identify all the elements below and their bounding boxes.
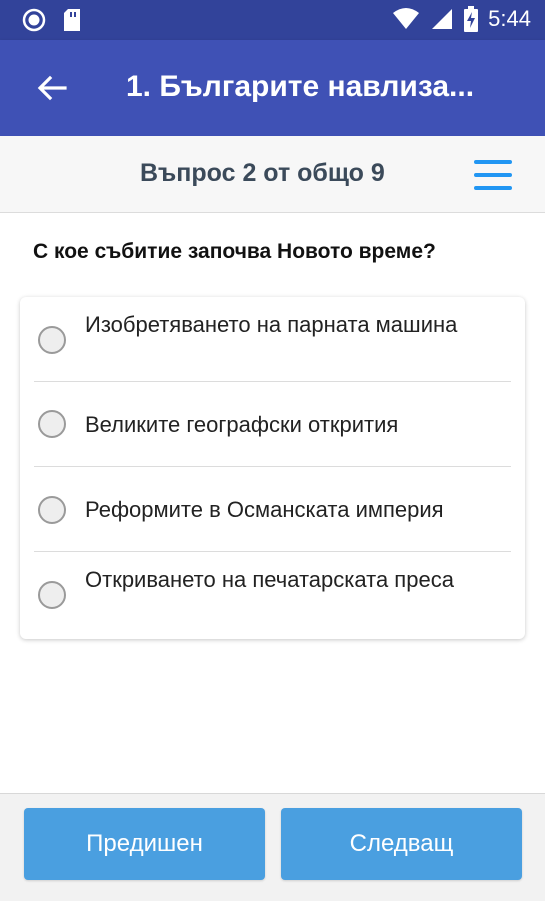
- answer-label: Великите географски открития: [85, 412, 399, 437]
- app-title: 1. Българите навлиза...: [126, 70, 475, 103]
- answer-label: Откриването на печатарската преса: [85, 567, 454, 592]
- status-right-icons: 5:44: [392, 6, 531, 32]
- record-icon: [22, 8, 46, 32]
- answer-option[interactable]: Откриването на печатарската преса: [34, 552, 511, 639]
- answer-label: Изобретяването на парната машина: [85, 312, 458, 337]
- hamburger-menu-icon[interactable]: [472, 158, 514, 192]
- back-button[interactable]: [30, 66, 74, 110]
- radio-button[interactable]: [38, 496, 66, 524]
- bottom-nav: Предишен Следващ: [0, 793, 545, 901]
- question-counter: Въпрос 2 от общо 9: [140, 159, 385, 187]
- question-header: Въпрос 2 от общо 9: [0, 136, 545, 213]
- sd-card-icon: [64, 9, 80, 31]
- answer-option[interactable]: Великите географски открития: [34, 382, 511, 467]
- answer-label: Реформите в Османската империя: [85, 497, 444, 522]
- radio-button[interactable]: [38, 410, 66, 438]
- radio-button[interactable]: [38, 326, 66, 354]
- next-button[interactable]: Следващ: [281, 808, 522, 880]
- signal-icon: [432, 9, 453, 29]
- status-time: 5:44: [488, 6, 531, 31]
- battery-charging-icon: [464, 6, 479, 32]
- answers-card: Изобретяването на парната машина Великит…: [20, 297, 525, 639]
- answer-option[interactable]: Реформите в Османската империя: [34, 467, 511, 552]
- status-bar: 5:44: [0, 0, 545, 40]
- quiz-content: С кое събитие започва Новото време? Изоб…: [0, 213, 545, 793]
- app-bar: 1. Българите навлиза...: [0, 40, 545, 136]
- wifi-icon: [393, 8, 420, 29]
- arrow-left-icon: [37, 75, 67, 101]
- answer-option[interactable]: Изобретяването на парната машина: [34, 297, 511, 382]
- previous-button[interactable]: Предишен: [24, 808, 265, 880]
- status-left-icons: [22, 8, 82, 32]
- radio-button[interactable]: [38, 581, 66, 609]
- question-text: С кое събитие започва Новото време?: [33, 240, 436, 263]
